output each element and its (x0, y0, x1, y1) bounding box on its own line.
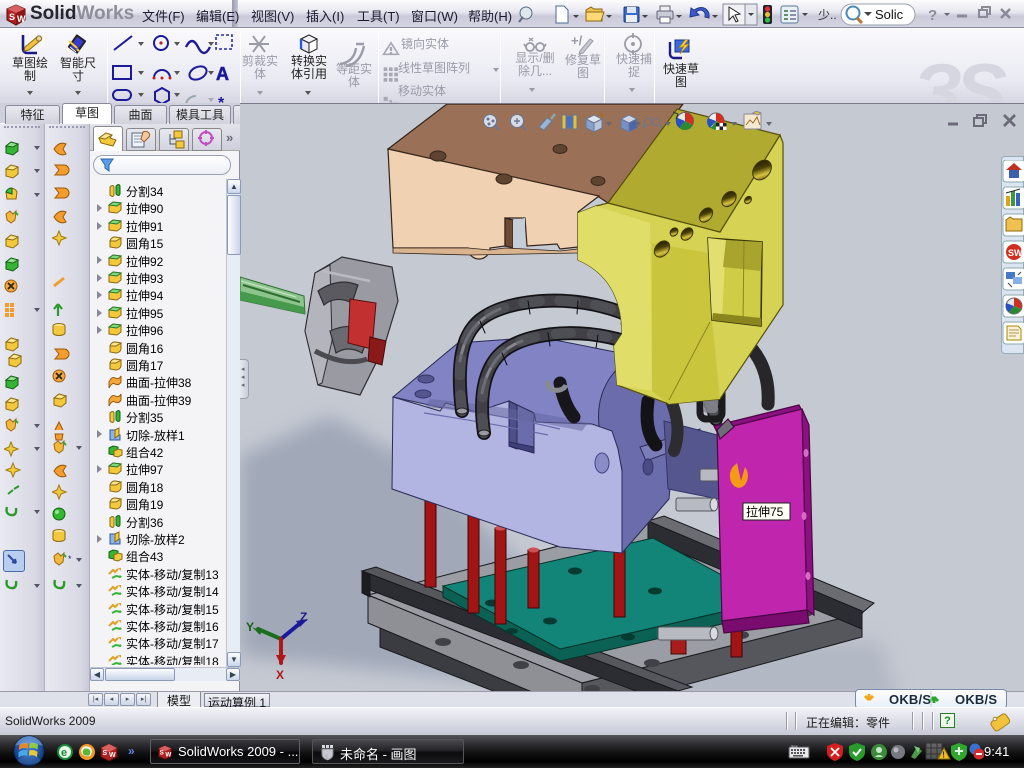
svg-text:Snw: Snw (791, 744, 798, 748)
svg-text:W: W (17, 14, 26, 24)
svg-text:A: A (216, 64, 229, 84)
svg-text:Y: Y (246, 620, 254, 634)
svg-text:!: ! (942, 751, 945, 760)
svg-text:Solic: Solic (875, 7, 904, 22)
svg-text:?: ? (928, 7, 937, 24)
svg-text:OKB/S: OKB/S (889, 692, 931, 707)
svg-text:OKB/S: OKB/S (955, 692, 997, 707)
svg-text:Z: Z (300, 610, 307, 624)
svg-text:S: S (103, 750, 108, 757)
svg-text:少..: 少.. (818, 8, 837, 22)
svg-text:S: S (160, 750, 164, 757)
svg-text:X: X (276, 668, 284, 682)
svg-text:e: e (61, 747, 67, 759)
svg-text:+/: +/ (571, 33, 583, 48)
svg-text:SW: SW (1008, 248, 1023, 258)
svg-text:W: W (109, 752, 116, 759)
svg-text:拉伸75: 拉伸75 (746, 504, 784, 519)
svg-text:S: S (9, 12, 15, 22)
svg-text:*: * (68, 554, 72, 564)
svg-text:»: » (128, 744, 135, 758)
svg-text:W: W (165, 752, 171, 759)
